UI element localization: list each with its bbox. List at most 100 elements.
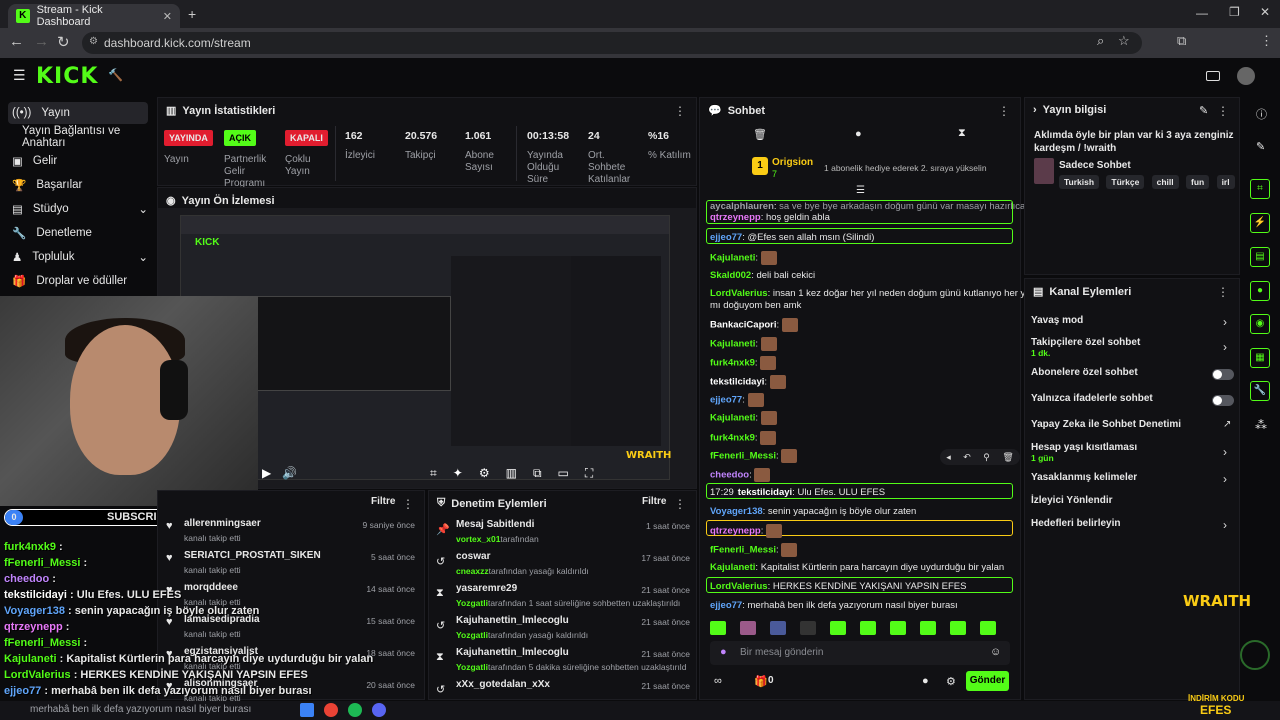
channel-action-row[interactable]: Takipçilere özel sohbet 1 dk. — [1031, 337, 1231, 358]
follower-row[interactable]: ♥ SERIATCI_PROSTATI_SIKEN kanalı takip ett… — [166, 550, 421, 578]
theater-mode-icon[interactable]: ▭ — [558, 466, 569, 480]
chat-username[interactable]: qtrzeynepp — [710, 526, 761, 537]
collapse-icon[interactable]: ☰ — [856, 185, 865, 196]
chat-message[interactable]: furk4nxk9: — [710, 356, 777, 370]
tag[interactable]: Türkçe — [1106, 175, 1145, 189]
send-button[interactable]: Gönder — [966, 671, 1009, 691]
more-options-icon[interactable]: ⋮ — [1217, 285, 1229, 299]
chat-username[interactable]: Kajulaneti — [710, 253, 755, 264]
channel-action-row[interactable]: Hesap yaşı kısıtlaması 1 gün — [1031, 442, 1231, 463]
info-icon[interactable]: ⓘ — [1256, 106, 1267, 122]
external-link-icon[interactable]: ↗ — [1223, 419, 1231, 430]
reply-icon[interactable]: ◂ — [946, 449, 951, 465]
chat-message[interactable]: ejjeo77: merhabâ ben ilk defa yazıyorum … — [710, 600, 958, 611]
stats-icon[interactable]: ▥ — [506, 466, 517, 480]
sidebar-item-studio[interactable]: ▤ Stüdyo ⌄ — [8, 198, 148, 220]
chat-username[interactable]: Kajulaneti — [710, 339, 755, 350]
rail-wrench-icon[interactable]: 🔧 — [1250, 381, 1270, 401]
discord-icon[interactable] — [372, 703, 386, 717]
emote-icon[interactable] — [770, 621, 786, 635]
channel-action-row[interactable]: Yavaş mod — [1031, 315, 1231, 326]
channel-action-row[interactable]: Abonelere özel sohbet — [1031, 367, 1231, 378]
follower-name[interactable]: SERIATCI_PROSTATI_SIKEN — [184, 550, 321, 561]
fullscreen-icon[interactable]: ⛶ — [585, 466, 593, 480]
close-window-icon[interactable]: ✕ — [1260, 5, 1270, 19]
browser-menu-icon[interactable]: ⋮ — [1260, 33, 1273, 49]
chat-username[interactable]: furk4nxk9 — [710, 358, 755, 369]
chat-username[interactable]: furk4nxk9 — [710, 433, 755, 444]
more-options-icon[interactable]: ⋮ — [674, 497, 686, 511]
chat-input-box[interactable]: ● Bir mesaj gönderin ☺ — [710, 641, 1010, 665]
chat-username[interactable]: tekstilcidayi — [710, 377, 764, 388]
spotify-icon[interactable] — [348, 703, 362, 717]
filter-button[interactable]: Filtre — [371, 496, 395, 507]
channel-action-row[interactable]: Yalnızca ifadelerle sohbet — [1031, 393, 1231, 404]
chat-username[interactable]: Voyager138 — [710, 506, 763, 517]
chat-message[interactable]: furk4nxk9: — [710, 431, 777, 445]
chevron-right-icon[interactable]: › — [1223, 518, 1227, 532]
moderation-target[interactable]: Kajuhanettin_lmlecoglu — [456, 647, 569, 658]
chat-message[interactable]: fFenerli_Messi: — [710, 543, 798, 557]
follower-row[interactable]: ♥ lamaisedipradia kanalı takip etti 15 saat… — [166, 614, 421, 642]
url-field[interactable]: dashboard.kick.com/stream — [82, 32, 1142, 54]
theater-icon[interactable] — [1206, 71, 1220, 81]
tools-icon[interactable]: 🔨 — [108, 68, 123, 82]
reload-icon[interactable]: ↻ — [57, 33, 70, 51]
undo-icon[interactable]: ↶ — [963, 449, 971, 465]
moderator-name[interactable]: Yozgatli — [456, 598, 488, 608]
more-options-icon[interactable]: ⋮ — [998, 104, 1010, 118]
chat-username[interactable]: aycalphlauren — [710, 201, 774, 212]
rail-crop-icon[interactable]: ⌗ — [1250, 179, 1270, 199]
sidebar-item-stream[interactable]: ((•)) Yayın — [8, 102, 148, 124]
maximize-icon[interactable]: ❐ — [1229, 5, 1240, 19]
back-icon[interactable]: ← — [9, 33, 24, 50]
chevron-right-icon[interactable]: › — [1223, 445, 1227, 459]
chat-message[interactable]: Skald002: deli bali cekici — [710, 270, 815, 281]
rail-more-icon[interactable]: ⁂ — [1255, 418, 1267, 432]
sidebar-item-achievements[interactable]: 🏆 Başarılar — [8, 174, 148, 196]
moderator-name[interactable]: Yozgatli — [456, 662, 488, 672]
chat-message[interactable]: qtrzeynepp: — [710, 524, 782, 538]
channel-action-row[interactable]: Yasaklanmış kelimeler — [1031, 472, 1231, 483]
sidebar-item-community[interactable]: ♟ Topluluk ⌄ — [8, 246, 148, 268]
emote-icon[interactable] — [980, 621, 996, 635]
emote-icon[interactable] — [800, 621, 816, 635]
moderator-name[interactable]: Yozgatli — [456, 630, 488, 640]
chat-message[interactable]: LordValerius: HERKES KENDİNE YAKIŞANI YA… — [710, 581, 966, 592]
close-tab-icon[interactable]: ✕ — [163, 10, 172, 23]
rail-bolt-icon[interactable]: ⚡ — [1250, 213, 1270, 233]
sidebar-item-drops[interactable]: 🎁 Droplar ve ödüller — [8, 270, 148, 292]
chrome-icon[interactable] — [324, 703, 338, 717]
chat-username[interactable]: fFenerli_Messi — [710, 451, 776, 462]
moderation-row[interactable]: 📌 Mesaj Sabitlendi vortex_x01tarafından 1 s… — [436, 519, 692, 547]
sidebar-item-stream-key[interactable]: Yayın Bağlantısı ve Anahtarı — [18, 125, 158, 149]
emote-icon[interactable] — [950, 621, 966, 635]
chat-message[interactable]: fFenerli_Messi: — [710, 449, 798, 463]
category-name[interactable]: Sadece Sohbet — [1059, 160, 1131, 171]
chat-message[interactable]: Kajulaneti: Kapitalist Kürtlerin para ha… — [710, 562, 1004, 573]
more-options-icon[interactable]: ⋮ — [674, 104, 686, 118]
tag[interactable]: irl — [1216, 175, 1235, 189]
more-options-icon[interactable]: ⋮ — [402, 497, 414, 511]
app-icon[interactable] — [300, 703, 314, 717]
hamburger-menu-icon[interactable]: ☰ — [13, 67, 26, 84]
emote-icon[interactable] — [830, 621, 846, 635]
hourglass-icon[interactable]: ⧗ — [958, 127, 966, 140]
filter-button[interactable]: Filtre — [642, 496, 666, 507]
moderation-target[interactable]: xXx_gotedalan_xXx — [456, 679, 550, 690]
chat-bubble-icon[interactable]: ● — [922, 675, 929, 687]
forward-icon[interactable]: → — [34, 33, 49, 50]
delete-icon[interactable]: 🗑 — [1002, 449, 1013, 465]
chat-message[interactable]: Kajulaneti: — [710, 251, 777, 265]
chat-message[interactable]: aycalphlauren: sa ve bye bye arkadaşın d… — [710, 201, 1071, 212]
chat-message[interactable]: ejjeo77: @Efes sen allah msın (Silindi) — [710, 232, 874, 243]
mic-icon[interactable]: ● — [720, 646, 727, 658]
chevron-right-icon[interactable]: › — [1223, 472, 1227, 486]
moderation-row[interactable]: ↺ Kajuhanettin_lmlecoglu Yozgatlitarafında… — [436, 615, 692, 643]
chat-message[interactable]: mı doğuyom ben amk — [710, 300, 801, 311]
chat-message[interactable]: qtrzeynepp: hoş geldin abla — [710, 212, 830, 223]
emote-icon[interactable] — [920, 621, 936, 635]
sidebar-item-income[interactable]: ▣ Gelir — [8, 150, 148, 172]
kick-logo[interactable]: KICK — [36, 64, 98, 89]
settings-icon[interactable]: ⚙ — [479, 466, 490, 480]
